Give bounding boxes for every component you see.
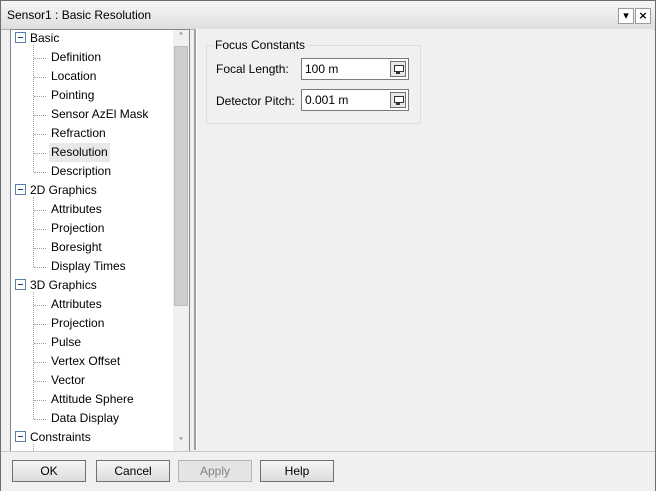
collapse-icon[interactable]	[15, 279, 26, 291]
tree-category-label: 3D Graphics	[30, 278, 97, 292]
window-title: Sensor1 : Basic Resolution	[7, 8, 152, 22]
focal-length-value: 100 m	[305, 62, 339, 76]
collapse-icon[interactable]	[15, 184, 26, 196]
tree-item[interactable]: Attributes	[49, 200, 104, 219]
tree-connector-line	[34, 362, 46, 363]
title-bar[interactable]: Sensor1 : Basic Resolution ▾ ×	[1, 1, 655, 30]
scroll-up-icon[interactable]: ˄	[173, 30, 189, 46]
tree-item[interactable]: Projection	[49, 314, 106, 333]
tree-item[interactable]: Vertex Offset	[49, 352, 122, 371]
tree-item[interactable]: Data Display	[49, 409, 121, 428]
tree-connector-line	[34, 77, 46, 78]
tree-connector-line	[34, 210, 46, 211]
unit-calculator-icon[interactable]	[390, 92, 406, 108]
tree-category[interactable]: 2D Graphics	[15, 181, 97, 200]
close-icon[interactable]: ×	[635, 8, 651, 24]
cancel-button[interactable]: Cancel	[96, 460, 170, 482]
tree-connector-line	[34, 153, 46, 154]
tree-connector-line	[34, 267, 46, 268]
tree-connector-line	[34, 381, 46, 382]
tree-connector-line	[34, 134, 46, 135]
tree-connector-line	[34, 324, 46, 325]
ok-button[interactable]: OK	[12, 460, 86, 482]
apply-button[interactable]: Apply	[178, 460, 252, 482]
tree-connector-line	[34, 343, 46, 344]
unit-calculator-icon[interactable]	[390, 61, 406, 77]
tree-category[interactable]: Constraints	[15, 428, 91, 447]
tree-category-label: Constraints	[30, 430, 91, 444]
tree-connector-line	[34, 305, 46, 306]
tree-item[interactable]: Definition	[49, 48, 103, 67]
tree-item[interactable]: Boresight	[49, 238, 104, 257]
tree-connector-line	[34, 400, 46, 401]
scroll-thumb[interactable]	[174, 46, 188, 306]
tree-item[interactable]: Resolution	[49, 143, 110, 162]
tree-item[interactable]: Vector	[49, 371, 87, 390]
tree-connector-line	[34, 96, 46, 97]
tree-connector-line	[33, 45, 34, 172]
tree-connector-line	[34, 115, 46, 116]
tree-item[interactable]: Projection	[49, 219, 106, 238]
tree-item[interactable]: Sensor AzEl Mask	[49, 105, 150, 124]
tree-category-label: Basic	[30, 31, 60, 45]
resolution-panel: Focus Constants Focal Length: 100 m Dete…	[197, 29, 654, 450]
help-button[interactable]: Help	[260, 460, 334, 482]
tree-connector-line	[34, 58, 46, 59]
tree-connector-line	[34, 172, 46, 173]
tree-connector-line	[34, 229, 46, 230]
focal-length-field[interactable]: 100 m	[301, 58, 409, 80]
tree-connector-line	[33, 197, 34, 267]
detector-pitch-value: 0.001 m	[305, 93, 349, 107]
tree-connector-line	[33, 292, 34, 419]
tree-category[interactable]: Basic	[15, 30, 60, 48]
focal-length-label: Focal Length:	[216, 62, 289, 76]
collapse-icon[interactable]	[15, 431, 26, 443]
button-bar: OK Cancel Apply Help	[1, 451, 655, 491]
tree-scrollbar[interactable]: ˄ ˅	[173, 30, 189, 451]
tree-item[interactable]: Pulse	[49, 333, 83, 352]
tree-item[interactable]: Display Times	[49, 257, 128, 276]
tree-item[interactable]: Attitude Sphere	[49, 390, 136, 409]
focus-constants-group: Focus Constants Focal Length: 100 m Dete…	[206, 38, 421, 124]
page-tree[interactable]: Basic Constraints Data DisplayAttitude Sph…	[10, 29, 190, 452]
group-title: Focus Constants	[213, 38, 308, 52]
scroll-down-icon[interactable]: ˅	[173, 435, 189, 451]
collapse-icon[interactable]	[15, 32, 26, 44]
detector-pitch-label: Detector Pitch:	[216, 94, 295, 108]
tree-category[interactable]: 3D Graphics	[15, 276, 97, 295]
window-menu-dropdown-icon[interactable]: ▾	[618, 8, 634, 24]
tree-connector-line	[34, 248, 46, 249]
tree-item[interactable]: Description	[49, 162, 113, 181]
tree-category-label: 2D Graphics	[30, 183, 97, 197]
tree-item[interactable]: Location	[49, 67, 98, 86]
tree-connector-line	[34, 419, 46, 420]
tree-item[interactable]: Attributes	[49, 295, 104, 314]
detector-pitch-field[interactable]: 0.001 m	[301, 89, 409, 111]
properties-window: Sensor1 : Basic Resolution ▾ × Basic Cons…	[0, 0, 656, 491]
tree-item[interactable]: Refraction	[49, 124, 108, 143]
tree-item[interactable]: Pointing	[49, 86, 96, 105]
